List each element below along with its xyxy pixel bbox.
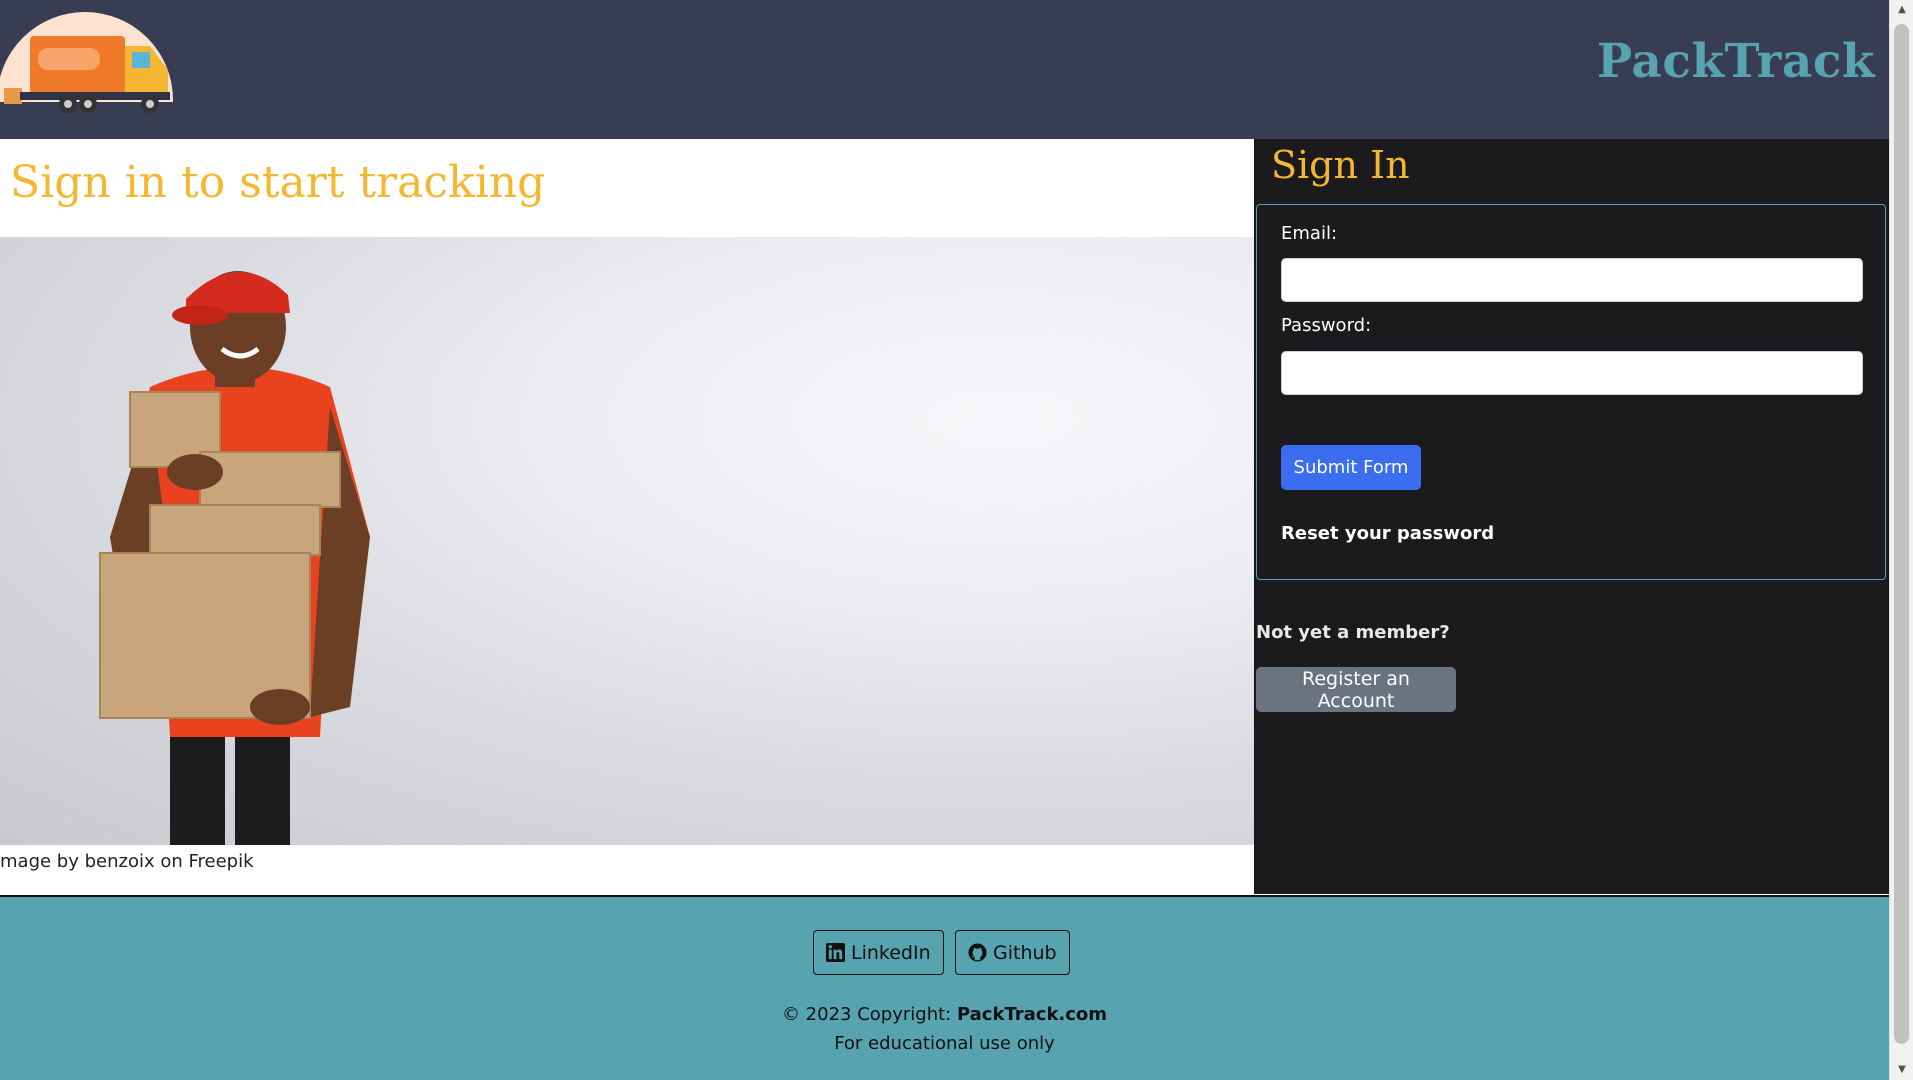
copyright-prefix: © 2023 Copyright: <box>781 1004 957 1025</box>
email-label: Email: <box>1281 223 1338 244</box>
image-credit-caption: mage by benzoix on Freepik <box>0 851 254 872</box>
signin-title: Sign In <box>1271 143 1410 187</box>
copyright-text: © 2023 Copyright: PackTrack.com <box>0 1004 1889 1025</box>
page: PackTrack Sign in to start tracking mage… <box>0 0 1889 1080</box>
linkedin-label: LinkedIn <box>851 941 931 964</box>
top-navbar: PackTrack <box>0 0 1889 139</box>
hero-image <box>0 237 1254 845</box>
submit-form-button[interactable]: Submit Form <box>1281 445 1421 490</box>
scrollbar-thumb[interactable] <box>1894 24 1909 1044</box>
educational-note: For educational use only <box>834 1033 1055 1054</box>
register-account-button[interactable]: Register an Account <box>1256 667 1456 712</box>
password-label: Password: <box>1281 315 1372 336</box>
delivery-truck-logo-icon[interactable] <box>0 8 176 116</box>
github-icon <box>968 943 987 962</box>
signin-form: Email: Password: Submit Form Reset your … <box>1256 204 1886 580</box>
email-field[interactable] <box>1281 258 1863 302</box>
copyright-site-link[interactable]: PackTrack.com <box>957 1004 1107 1025</box>
delivery-man-illustration <box>99 271 370 845</box>
not-member-text: Not yet a member? <box>1256 622 1450 643</box>
linkedin-button[interactable]: LinkedIn <box>813 930 944 975</box>
scroll-up-arrow-icon[interactable]: ▲ <box>1890 0 1913 20</box>
github-button[interactable]: Github <box>955 930 1070 975</box>
footer: LinkedIn Github © 2023 Copyright: PackTr… <box>0 895 1889 1080</box>
password-field[interactable] <box>1281 351 1863 395</box>
hero-title: Sign in to start tracking <box>10 157 546 208</box>
github-label: Github <box>993 941 1057 964</box>
signin-panel: Sign In Email: Password: Submit Form Res… <box>1255 139 1889 894</box>
scroll-down-arrow-icon[interactable]: ▼ <box>1890 1060 1913 1080</box>
linkedin-icon <box>826 943 845 962</box>
brand-name[interactable]: PackTrack <box>1597 34 1875 89</box>
hero-section: Sign in to start tracking mage by benzoi… <box>0 139 1255 894</box>
reset-password-link[interactable]: Reset your password <box>1281 523 1494 544</box>
vertical-scrollbar[interactable]: ▲ ▼ <box>1889 0 1913 1080</box>
